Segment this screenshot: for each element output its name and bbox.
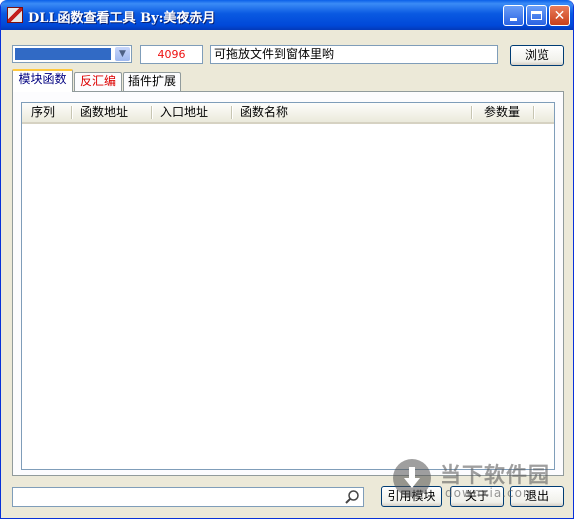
column-header-index[interactable]: 序列 [31,103,55,122]
column-header-function-name[interactable]: 函数名称 [240,103,288,122]
column-header-param-count[interactable]: 参数量 [484,103,520,122]
minimize-button[interactable] [503,5,524,26]
column-divider[interactable] [471,106,473,119]
close-button[interactable]: ✕ [549,5,570,26]
app-window: DLL函数查看工具 By:美夜赤月 ✕ ▼ 4096 可拖放文件到窗体里哟 浏览… [0,0,574,519]
maximize-icon [531,11,542,20]
column-divider[interactable] [231,106,233,119]
function-list[interactable]: 序列 函数地址 入口地址 函数名称 参数量 [21,102,555,470]
magnifier-icon[interactable] [344,489,360,505]
tab-label: 反汇编 [79,74,116,88]
close-icon: ✕ [553,7,566,24]
process-select[interactable]: ▼ [12,45,132,63]
browse-button[interactable]: 浏览 [510,45,564,66]
tab-label: 模块函数 [18,72,67,86]
column-header-function-address[interactable]: 函数地址 [80,103,128,122]
process-select-value [15,48,111,60]
search-input[interactable] [12,487,364,507]
app-icon[interactable] [7,7,23,23]
tab-plugins[interactable]: 插件扩展 [123,72,181,91]
file-path-input[interactable]: 可拖放文件到窗体里哟 [210,45,498,64]
title-bar[interactable]: DLL函数查看工具 By:美夜赤月 ✕ [1,0,573,30]
exit-button[interactable]: 退出 [510,486,564,507]
tab-module-functions[interactable]: 模块函数 [12,69,73,92]
dropdown-button[interactable]: ▼ [115,47,130,61]
maximize-button[interactable] [526,5,547,26]
tab-disassembly[interactable]: 反汇编 [74,72,122,91]
minimize-icon [510,18,517,21]
tab-label: 插件扩展 [127,74,176,88]
list-header: 序列 函数地址 入口地址 函数名称 参数量 [22,103,554,124]
column-header-entry-address[interactable]: 入口地址 [160,103,208,122]
window-title: DLL函数查看工具 By:美夜赤月 [28,11,216,26]
tab-panel: 序列 函数地址 入口地址 函数名称 参数量 [12,91,564,476]
count-field[interactable]: 4096 [140,45,203,64]
about-button[interactable]: 关于 [450,486,504,507]
column-divider[interactable] [71,106,73,119]
chevron-down-icon: ▼ [119,48,126,59]
column-divider[interactable] [533,106,535,119]
import-module-button[interactable]: 引用模块 [381,486,442,507]
column-divider[interactable] [151,106,153,119]
